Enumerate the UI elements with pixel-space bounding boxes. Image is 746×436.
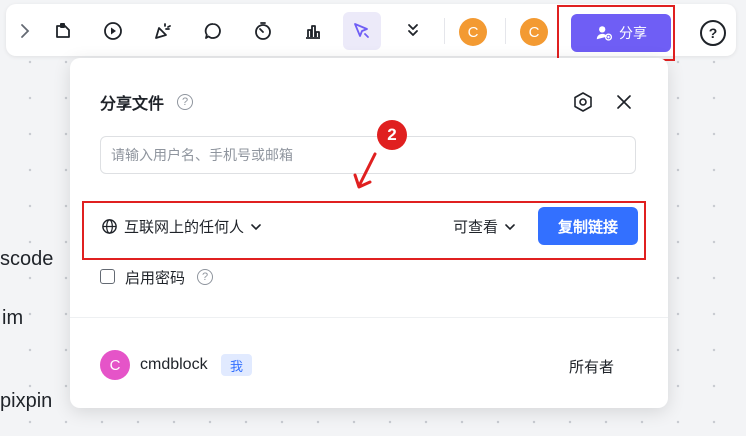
current-user-avatar[interactable]: C <box>520 18 548 46</box>
annotation-box-share <box>557 5 675 61</box>
member-name: cmdblock <box>140 356 208 373</box>
comment-icon[interactable] <box>200 18 226 44</box>
member-role: 所有者 <box>569 359 615 376</box>
dialog-title: 分享文件 <box>100 96 165 113</box>
play-icon[interactable] <box>100 18 126 44</box>
enable-password-label: 启用密码 <box>125 270 186 287</box>
help-circle-icon[interactable]: ? <box>177 94 193 110</box>
background-text-1: scode <box>0 248 54 270</box>
toolbar-divider <box>505 18 506 44</box>
vote-icon[interactable] <box>300 18 326 44</box>
annotation-box-permissions <box>82 201 646 260</box>
annotation-badge-2: 2 <box>377 120 407 150</box>
follow-cursor-icon[interactable] <box>343 12 381 50</box>
toolbar-divider <box>444 18 445 44</box>
enable-password-checkbox[interactable] <box>100 269 115 284</box>
double-chevron-down-icon[interactable] <box>400 18 426 44</box>
timer-icon[interactable] <box>250 18 276 44</box>
help-circle-icon[interactable]: ? <box>197 269 213 285</box>
party-popper-icon[interactable] <box>150 18 176 44</box>
divider <box>70 317 668 318</box>
member-avatar: C <box>100 350 130 380</box>
settings-hexagon-icon[interactable] <box>572 91 594 113</box>
close-icon[interactable] <box>614 92 634 112</box>
sticky-note-icon[interactable] <box>50 18 76 44</box>
chevron-right-icon[interactable] <box>12 18 38 44</box>
help-icon[interactable]: ? <box>700 20 726 46</box>
annotation-arrow-2 <box>353 152 377 189</box>
background-text-3: pixpin <box>0 390 53 412</box>
background-text-2: im <box>2 307 24 329</box>
me-badge: 我 <box>221 354 253 376</box>
collaborator-avatar[interactable]: C <box>459 18 487 46</box>
